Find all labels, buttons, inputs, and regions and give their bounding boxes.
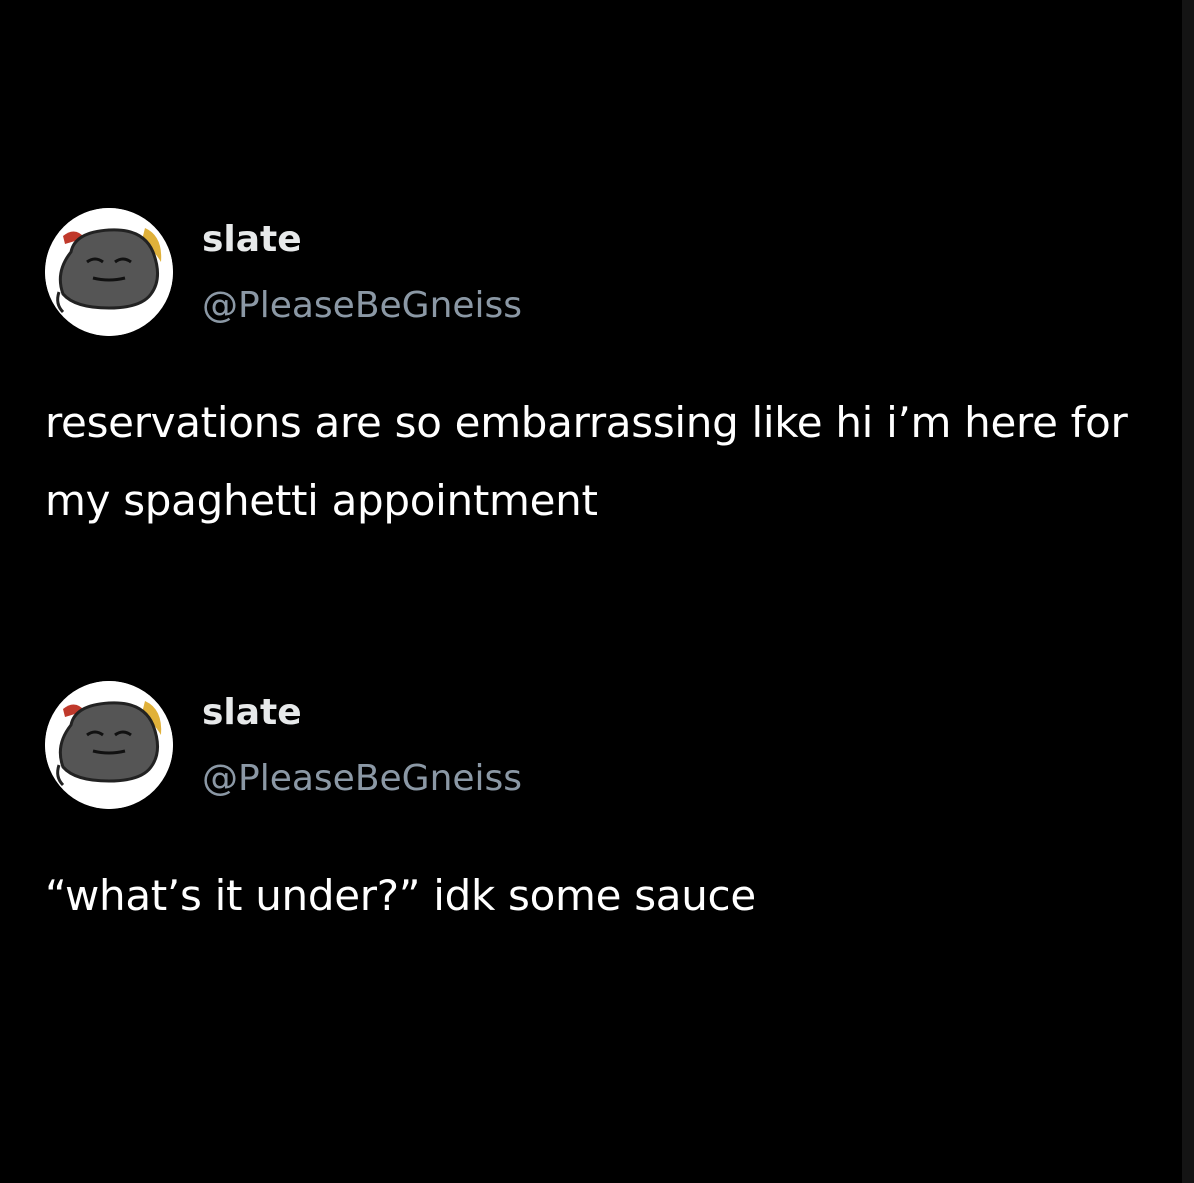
display-name[interactable]: slate [202,216,302,264]
tweet: slate @PleaseBeGneiss reservations are s… [45,208,1165,525]
tweet-header: slate @PleaseBeGneiss [45,681,1165,811]
user-handle[interactable]: @PleaseBeGneiss [202,282,522,330]
tweet-text: reservations are so embarrassing like hi… [45,398,1128,525]
rock-face-avatar-icon [45,208,173,336]
avatar[interactable] [45,208,173,336]
tweet-header: slate @PleaseBeGneiss [45,208,1165,338]
tweet: slate @PleaseBeGneiss “what’s it under?”… [45,681,1165,920]
display-name[interactable]: slate [202,689,302,737]
screen-edge [1182,0,1194,1183]
avatar[interactable] [45,681,173,809]
user-handle[interactable]: @PleaseBeGneiss [202,755,522,803]
tweet-text: “what’s it under?” idk some sauce [45,871,756,920]
rock-face-avatar-icon [45,681,173,809]
